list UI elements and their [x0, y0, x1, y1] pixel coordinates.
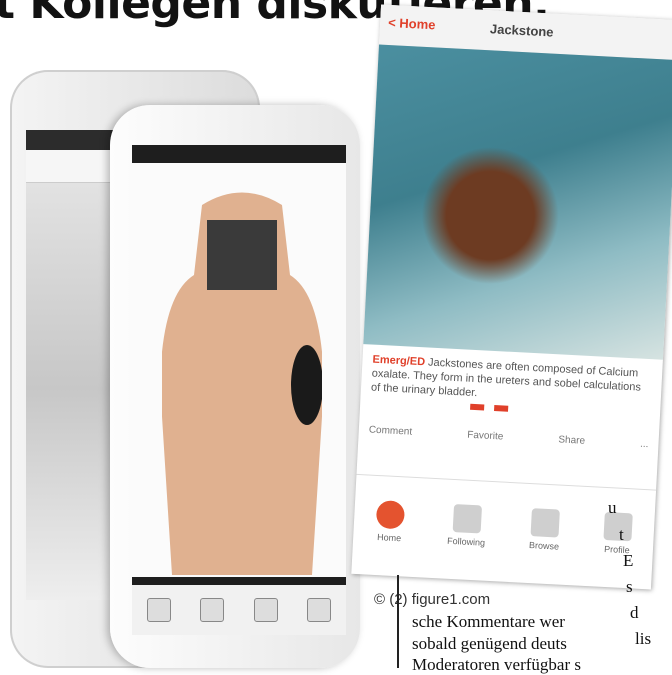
case-photo	[363, 44, 672, 360]
tab-home[interactable]: Home	[375, 500, 406, 543]
article-line: sobald genügend deuts	[412, 634, 567, 653]
text-fragment: d	[630, 603, 639, 622]
action-bar: Comment Favorite Share ...	[368, 424, 649, 461]
text-fragment: u	[608, 498, 617, 517]
article-line: sche Kommentare wer	[412, 612, 565, 631]
browse-icon	[530, 508, 560, 538]
tab-browse[interactable]: Browse	[529, 508, 561, 552]
text-fragment: t	[619, 525, 624, 544]
phone-front-screen	[132, 145, 346, 635]
text-fragment: lis	[635, 629, 652, 648]
app-title: Jackstone	[489, 21, 554, 40]
more-button[interactable]: ...	[639, 439, 649, 461]
app-screenshot: < Home Jackstone Emerg/ED Jackstones are…	[351, 4, 672, 590]
following-icon	[452, 504, 483, 534]
favorite-button[interactable]: Favorite	[466, 430, 504, 454]
nav-icon[interactable]	[307, 598, 332, 622]
app-tabbar: Home Following Browse Profile	[351, 473, 657, 581]
bottom-nav	[132, 577, 346, 635]
phone-front	[110, 105, 360, 668]
back-button[interactable]: < Home	[388, 15, 436, 32]
page-dots	[470, 403, 509, 412]
column-rule	[397, 575, 399, 668]
text-fragment: s	[626, 577, 633, 596]
home-icon	[375, 500, 406, 530]
status-bar	[132, 145, 346, 163]
image-credit: © (2) figure1.com	[374, 591, 491, 608]
case-caption: Emerg/ED Jackstones are often composed o…	[370, 353, 642, 400]
nav-icon[interactable]	[146, 598, 171, 622]
patient-photo	[162, 185, 322, 575]
article-line: Moderatoren verfügbar s	[412, 655, 581, 674]
text-fragment: E	[623, 551, 634, 570]
nav-icon[interactable]	[200, 598, 225, 622]
tab-following[interactable]: Following	[447, 504, 487, 548]
nav-icon[interactable]	[253, 598, 278, 622]
tab-profile[interactable]: Profile	[603, 511, 633, 555]
share-button[interactable]: Share	[558, 434, 585, 457]
comment-button[interactable]: Comment	[368, 424, 413, 448]
